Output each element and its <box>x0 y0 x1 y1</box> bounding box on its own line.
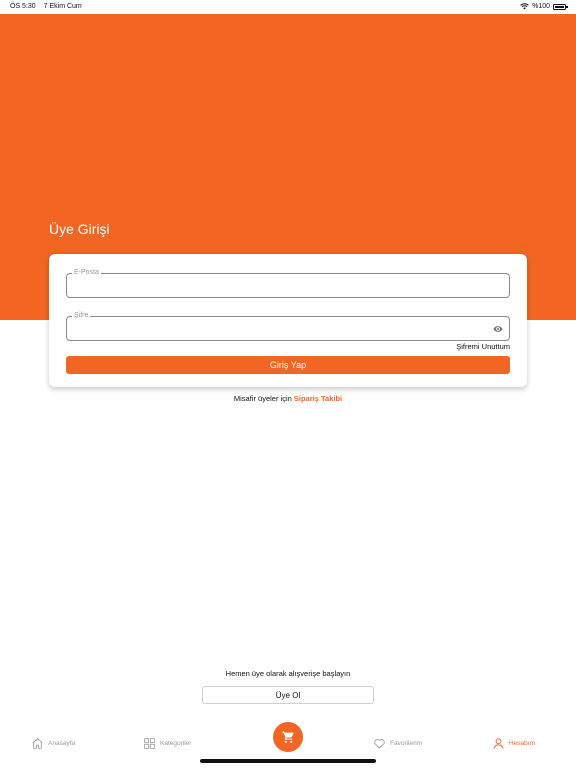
order-tracking-link[interactable]: Sipariş Takibi <box>294 394 342 403</box>
page-title: Üye Girişi <box>49 221 110 237</box>
password-label: Şifre <box>72 312 91 320</box>
home-indicator <box>200 759 376 763</box>
email-input[interactable] <box>73 279 483 293</box>
tab-favorites-label: Favorilerim <box>390 739 423 747</box>
signup-prompt: Hemen üye olarak alışverişe başlayın <box>225 669 351 678</box>
tab-favorites[interactable]: Favorilerim <box>373 736 422 750</box>
bottom-tab-bar: Anasayfa Kategoriler Favorilerim Hesabım <box>0 718 576 768</box>
status-time: ÖS 5:30 <box>10 3 36 10</box>
password-input[interactable] <box>73 322 483 336</box>
guest-prefix: Misafir üyeler için <box>233 394 292 403</box>
eye-icon[interactable] <box>493 324 503 334</box>
email-label: E-Posta <box>72 269 101 277</box>
wifi-icon <box>520 3 529 10</box>
signup-button[interactable]: Üye Ol <box>202 686 374 704</box>
email-field[interactable]: E-Posta <box>66 269 510 298</box>
battery-percent: %100 <box>532 3 550 10</box>
password-field[interactable]: Şifre <box>66 312 510 341</box>
status-indicators: %100 <box>520 3 568 10</box>
battery-icon <box>553 3 568 10</box>
tab-home-label: Anasayfa <box>48 739 76 747</box>
status-bar: ÖS 5:30 7 Ekim Cum %100 <box>0 0 576 14</box>
tab-categories-label: Kategoriler <box>160 739 192 747</box>
login-button[interactable]: Giriş Yap <box>66 356 510 374</box>
tab-categories[interactable]: Kategoriler <box>143 736 191 750</box>
tab-home[interactable]: Anasayfa <box>31 736 75 750</box>
cart-button[interactable] <box>273 722 303 752</box>
grid-icon <box>144 737 155 749</box>
forgot-password-link[interactable]: Şifremi Unuttum <box>456 342 510 351</box>
home-icon <box>32 737 43 749</box>
guest-order-tracking: Misafir üyeler için Sipariş Takibi <box>0 394 576 403</box>
tab-account-label: Hesabım <box>509 739 536 747</box>
status-date: 7 Ekim Cum <box>43 3 82 10</box>
cart-icon <box>282 731 294 743</box>
tab-account[interactable]: Hesabım <box>492 736 535 750</box>
user-icon <box>493 737 504 749</box>
heart-icon <box>374 738 385 749</box>
status-time-date: ÖS 5:30 7 Ekim Cum <box>10 3 88 10</box>
login-card: E-Posta Şifre Şifremi Unuttum Giriş Yap <box>49 254 527 387</box>
